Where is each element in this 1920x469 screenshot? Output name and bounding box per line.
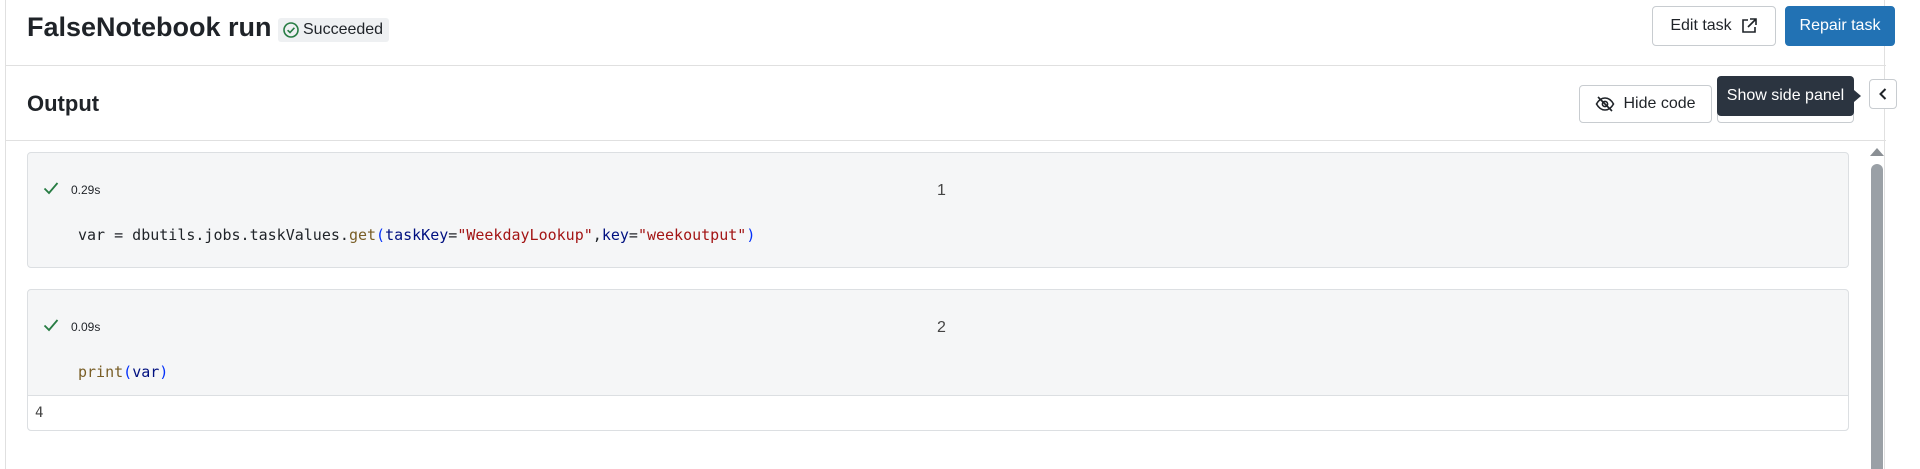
code-token: get: [348, 226, 377, 244]
code-token: (: [123, 363, 133, 381]
cell-number: 1: [937, 182, 946, 199]
code-token: ): [746, 226, 756, 244]
notebook-cell[interactable]: 0.29s 1 var = dbutils.jobs.taskValues.ge…: [27, 152, 1849, 268]
cell-duration: 0.29s: [71, 183, 101, 197]
run-header: FalseNotebook run Succeeded Edit task Re…: [6, 0, 1895, 66]
code-token: =: [628, 226, 638, 244]
output-header: Output Hide code Show side panel: [6, 66, 1897, 141]
cell-output: 4: [28, 395, 1848, 430]
code-token: "weekoutput": [637, 226, 747, 244]
hide-code-label: Hide code: [1623, 95, 1696, 112]
check-icon: [43, 182, 59, 195]
side-panel-tooltip: Show side panel: [1717, 76, 1854, 116]
page-title: FalseNotebook run: [27, 12, 272, 42]
repair-task-label: Repair task: [1799, 17, 1881, 34]
eye-off-icon: [1596, 96, 1615, 112]
repair-task-button[interactable]: Repair task: [1785, 6, 1895, 46]
scrollbar-thumb[interactable]: [1871, 164, 1883, 469]
output-title: Output: [27, 91, 100, 116]
check-icon: [43, 319, 59, 332]
chevron-left-icon: [1879, 88, 1887, 100]
status-text: Succeeded: [303, 21, 384, 38]
code-token: =: [448, 226, 458, 244]
status-badge: Succeeded: [278, 18, 390, 42]
code-token: key: [601, 226, 629, 244]
scroll-up-arrow[interactable]: [1870, 148, 1884, 156]
code-token: "WeekdayLookup": [457, 226, 593, 244]
check-circle-icon: [283, 22, 299, 38]
notebook-cell[interactable]: 0.09s 2 print(var) 4: [27, 289, 1849, 431]
code-token: var: [132, 363, 160, 381]
edit-task-button[interactable]: Edit task: [1652, 6, 1776, 46]
tooltip-arrow: [1854, 90, 1861, 102]
edit-task-label: Edit task: [1670, 17, 1732, 34]
hide-code-button[interactable]: Hide code: [1579, 85, 1712, 123]
code-token: print: [78, 363, 124, 381]
code-token: var = dbutils.jobs.taskValues.: [78, 226, 349, 244]
external-link-icon: [1741, 18, 1757, 33]
side-panel-toggle[interactable]: [1869, 79, 1897, 109]
code-token: ): [159, 363, 169, 381]
cell-code: print(var): [78, 363, 168, 381]
cell-duration: 0.09s: [71, 320, 101, 334]
code-token: ,: [592, 226, 602, 244]
cell-output-text: 4: [35, 405, 44, 421]
page-frame: FalseNotebook run Succeeded Edit task Re…: [5, 0, 1897, 469]
code-token: (: [376, 226, 386, 244]
cell-code: var = dbutils.jobs.taskValues.get(taskKe…: [78, 226, 755, 244]
cell-number: 2: [937, 319, 946, 336]
code-token: taskKey: [385, 226, 449, 244]
